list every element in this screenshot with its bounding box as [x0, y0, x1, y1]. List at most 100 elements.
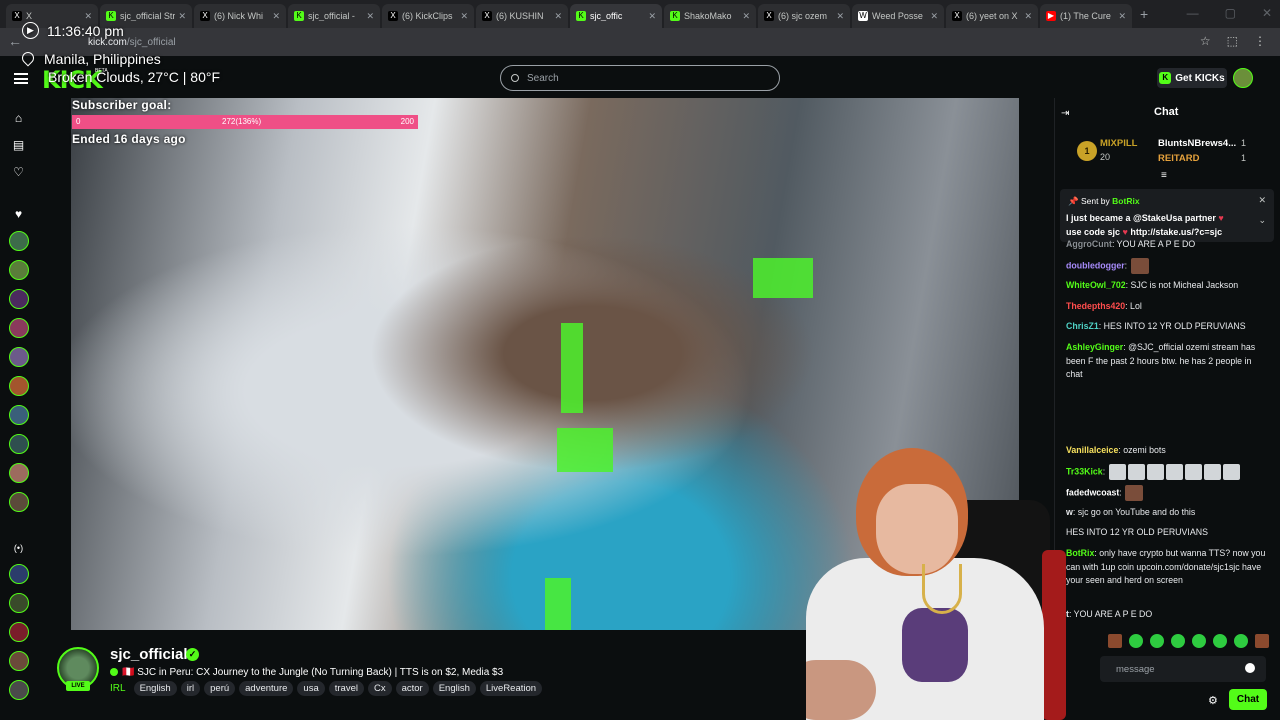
browser-tab[interactable]: ▶ (1) The Cure ✕ — [1040, 4, 1132, 28]
followed-channel-avatar[interactable] — [9, 492, 29, 512]
leaderboard-name[interactable]: BluntsNBrews4... — [1158, 138, 1236, 149]
tab-title: (6) yeet on X — [966, 11, 1018, 21]
new-tab-icon[interactable]: + — [1140, 6, 1148, 22]
followed-channel-avatar[interactable] — [9, 463, 29, 483]
play-icon: ▶ — [22, 22, 39, 39]
stream-tag[interactable]: LiveReation — [479, 681, 543, 696]
browser-tab[interactable]: X (6) yeet on X ✕ — [946, 4, 1038, 28]
close-tab-icon[interactable]: ✕ — [84, 11, 92, 22]
stream-tag[interactable]: perú — [204, 681, 236, 696]
close-tab-icon[interactable]: ✕ — [460, 11, 468, 22]
extension-icon[interactable]: ⬚ — [1227, 34, 1238, 48]
emote-button[interactable] — [1234, 634, 1248, 648]
chat-username[interactable]: AshleyGinger — [1066, 342, 1123, 352]
bookmark-star-icon[interactable]: ☆ — [1200, 34, 1211, 48]
menu-dots-icon[interactable]: ⋮ — [1254, 34, 1266, 48]
home-icon[interactable]: ⌂ — [12, 112, 25, 125]
streamer-name[interactable]: sjc_official — [110, 646, 188, 663]
face — [876, 484, 958, 574]
close-tab-icon[interactable]: ✕ — [178, 11, 186, 22]
recommended-channel-avatar[interactable] — [9, 564, 29, 584]
stream-tag[interactable]: usa — [297, 681, 325, 696]
recommended-channel-avatar[interactable] — [9, 651, 29, 671]
chat-message: t: YOU ARE A P E DO — [1066, 609, 1153, 619]
following-icon[interactable]: ♡ — [12, 166, 25, 179]
close-tab-icon[interactable]: ✕ — [1024, 11, 1032, 22]
stream-tag[interactable]: travel — [328, 681, 364, 696]
close-tab-icon[interactable]: ✕ — [554, 11, 562, 22]
emote-button[interactable] — [1192, 634, 1206, 648]
close-window-icon[interactable]: ✕ — [1262, 6, 1272, 20]
maximize-icon[interactable]: ▢ — [1225, 6, 1236, 20]
emoji-picker-icon[interactable] — [1245, 663, 1255, 673]
followed-channel-avatar[interactable] — [9, 376, 29, 396]
chat-username[interactable]: AggroCunt — [1066, 239, 1112, 249]
chevron-down-icon[interactable]: ⌄ — [1258, 215, 1266, 226]
pinned-header: 📌 Sent by BotRix — [1068, 196, 1140, 206]
stream-tag[interactable]: English — [133, 681, 177, 696]
followed-channel-avatar[interactable] — [9, 260, 29, 280]
chat-emote — [1146, 464, 1164, 480]
followed-channel-avatar[interactable] — [9, 405, 29, 425]
leaderboard-name[interactable]: MIXPILL — [1100, 138, 1137, 149]
browser-tab[interactable]: X (6) sjc ozem ✕ — [758, 4, 850, 28]
browser-tab[interactable]: Ksjc_offic ✕ — [570, 4, 662, 28]
stream-tag[interactable]: Cx — [367, 681, 392, 696]
followed-channel-avatar[interactable] — [9, 434, 29, 454]
unpin-icon[interactable]: ✕ — [1258, 195, 1266, 206]
stream-tag[interactable]: actor — [395, 681, 429, 696]
chat-username[interactable]: Thedepths420 — [1066, 301, 1125, 311]
shirt-print — [902, 608, 968, 682]
recommended-channel-avatar[interactable] — [9, 593, 29, 613]
close-tab-icon[interactable]: ✕ — [930, 11, 938, 22]
followed-channel-avatar[interactable] — [9, 231, 29, 251]
stream-tag[interactable]: irl — [180, 681, 201, 696]
get-kicks-button[interactable]: K Get KICKs — [1157, 68, 1227, 88]
recommended-channel-avatar[interactable] — [9, 680, 29, 700]
emote-button[interactable] — [1150, 634, 1164, 648]
close-tab-icon[interactable]: ✕ — [366, 11, 374, 22]
emote-button[interactable] — [1255, 634, 1269, 648]
stream-tag[interactable]: English — [432, 681, 476, 696]
chat-message: VanillaIceice: ozemi bots — [1066, 445, 1166, 455]
followed-channel-avatar[interactable] — [9, 347, 29, 367]
close-tab-icon[interactable]: ✕ — [272, 11, 280, 22]
back-icon[interactable]: ← — [8, 33, 22, 49]
followed-channel-avatar[interactable] — [9, 289, 29, 309]
search-input[interactable]: Search — [500, 65, 780, 91]
browse-icon[interactable]: ▤ — [12, 139, 25, 152]
chat-username[interactable]: WhiteOwl_702 — [1066, 280, 1126, 290]
emote-button[interactable] — [1171, 634, 1185, 648]
recommended-channel-avatar[interactable] — [9, 622, 29, 642]
browser-tab[interactable]: W Weed Posse ✕ — [852, 4, 944, 28]
browser-tab[interactable]: X (6) Nick Whi ✕ — [194, 4, 286, 28]
emote-button[interactable] — [1108, 634, 1122, 648]
emote-button[interactable] — [1129, 634, 1143, 648]
emote-button[interactable] — [1213, 634, 1227, 648]
chat-username[interactable]: doubledogger — [1066, 260, 1125, 270]
pinned-bot-name[interactable]: BotRix — [1112, 196, 1139, 206]
tab-title: (6) KUSHIN — [496, 11, 544, 21]
user-avatar[interactable] — [1233, 68, 1253, 88]
category-link[interactable]: IRL — [110, 683, 126, 694]
send-chat-button[interactable]: Chat — [1229, 689, 1267, 710]
close-tab-icon[interactable]: ✕ — [836, 11, 844, 22]
leaderboard-name[interactable]: REITARD — [1158, 153, 1200, 164]
browser-tab[interactable]: K ShakoMako ✕ — [664, 4, 756, 28]
browser-tab[interactable]: Ksjc_official - ✕ — [288, 4, 380, 28]
chat-username[interactable]: ChrisZ1 — [1066, 321, 1099, 331]
browser-tab[interactable]: X (6) KickClips ✕ — [382, 4, 474, 28]
expand-leaderboard-icon[interactable]: ≡ — [1161, 170, 1167, 181]
browser-tab[interactable]: X (6) KUSHIN ✕ — [476, 4, 568, 28]
tab-favicon-icon: K — [576, 11, 586, 21]
close-tab-icon[interactable]: ✕ — [1118, 11, 1126, 22]
stream-tag[interactable]: adventure — [239, 681, 294, 696]
close-tab-icon[interactable]: ✕ — [742, 11, 750, 22]
followed-channel-avatar[interactable] — [9, 318, 29, 338]
collapse-chat-icon[interactable]: ⇥ — [1061, 108, 1069, 119]
chat-settings-gear-icon[interactable]: ⚙ — [1208, 694, 1218, 707]
left-sidebar: ⌂ ▤ ♡ ♥ (•) — [0, 98, 38, 720]
minimize-icon[interactable]: — — [1187, 6, 1199, 20]
chat-message-input[interactable]: message — [1100, 656, 1266, 682]
close-tab-icon[interactable]: ✕ — [648, 11, 656, 22]
